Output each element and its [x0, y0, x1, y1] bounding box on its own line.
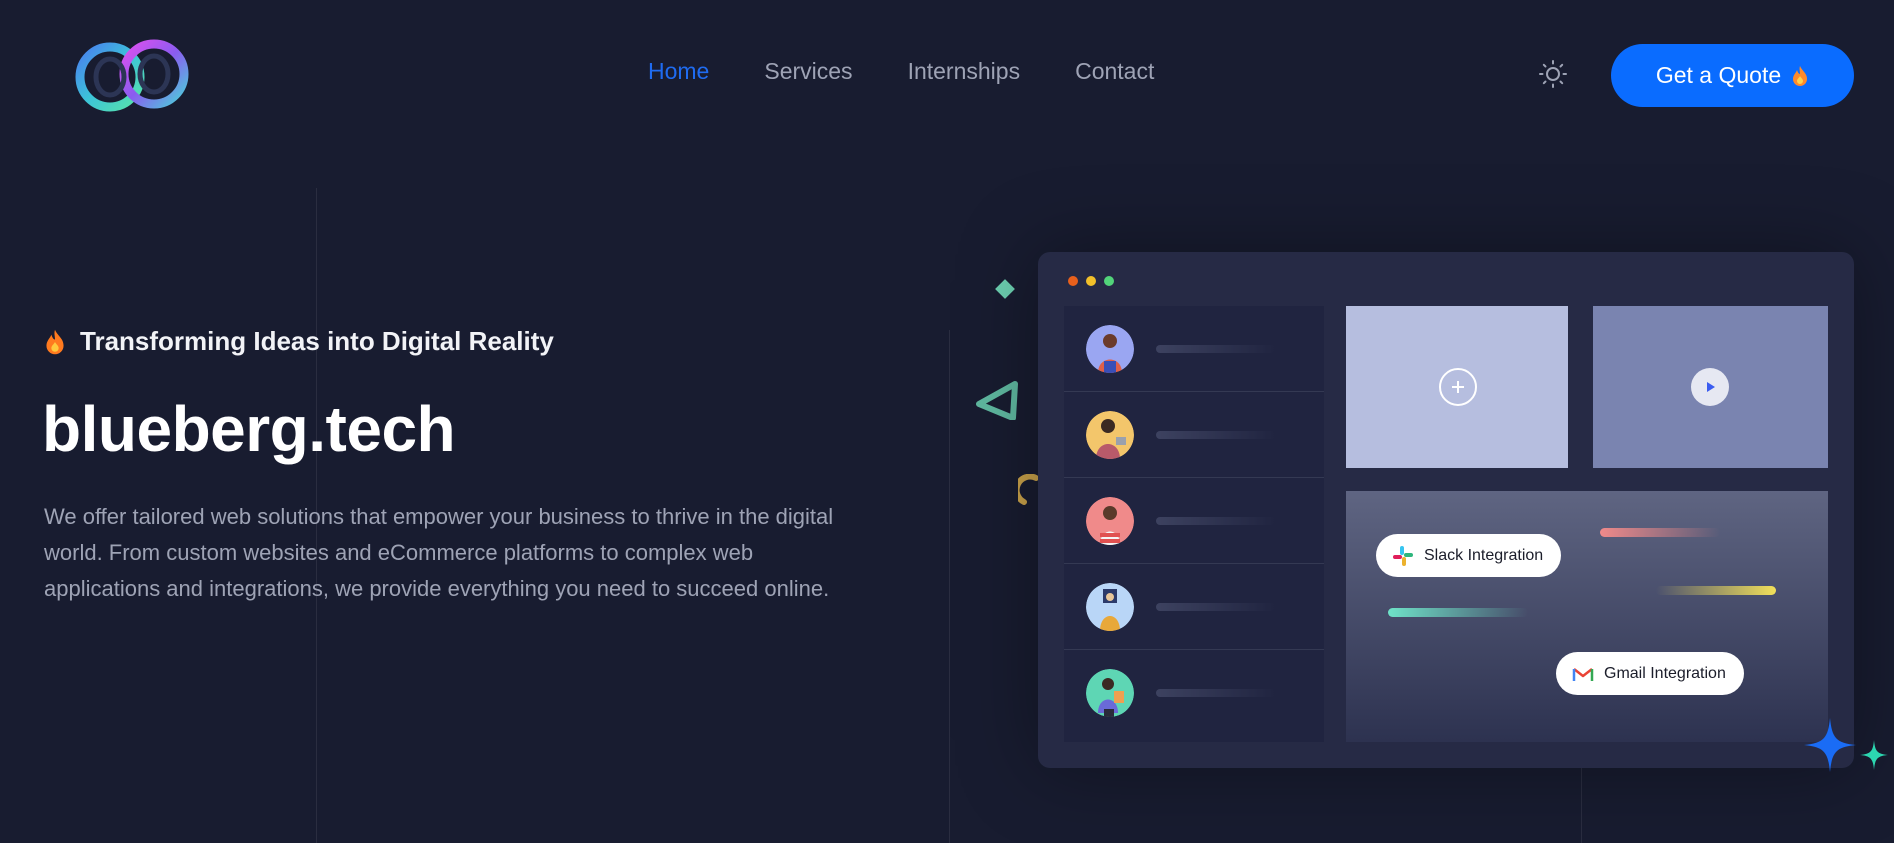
- window-dot-close: [1068, 276, 1078, 286]
- hero-tagline: Transforming Ideas into Digital Reality: [44, 326, 554, 357]
- placeholder-text-bar: [1156, 516, 1276, 525]
- gmail-icon: [1572, 667, 1594, 681]
- decor-line: [1581, 768, 1582, 843]
- tagline-text: Transforming Ideas into Digital Reality: [80, 326, 554, 356]
- avatar: [1086, 669, 1134, 717]
- play-icon: [1707, 382, 1715, 392]
- media-tile-video: [1593, 306, 1828, 468]
- main-nav: Home Services Internships Contact: [648, 58, 1154, 85]
- logo-icon: [75, 39, 189, 112]
- sparkle-icon: [1860, 740, 1888, 770]
- window-dot-minimize: [1086, 276, 1096, 286]
- list-item: [1064, 478, 1324, 564]
- nav-internships[interactable]: Internships: [908, 58, 1021, 85]
- placeholder-text-bar: [1156, 344, 1276, 353]
- diamond-shape-icon: [995, 279, 1015, 299]
- window-dot-maximize: [1104, 276, 1114, 286]
- fire-icon: [46, 329, 64, 354]
- sparkle-icon: [1804, 718, 1856, 772]
- theme-toggle-button[interactable]: [1538, 59, 1568, 89]
- site-logo[interactable]: [72, 38, 192, 112]
- slack-integration-label: Slack Integration: [1424, 546, 1544, 564]
- placeholder-text-bar: [1156, 602, 1276, 611]
- slack-icon: [1393, 545, 1413, 566]
- gmail-integration-label: Gmail Integration: [1604, 664, 1726, 682]
- placeholder-bar: [1388, 608, 1528, 617]
- get-quote-label: Get a Quote: [1655, 62, 1782, 88]
- add-button[interactable]: [1439, 368, 1477, 406]
- integrations-panel: Slack Integration Gmail Integration: [1346, 491, 1828, 742]
- slack-integration-chip[interactable]: Slack Integration: [1376, 534, 1562, 577]
- avatar: [1086, 410, 1134, 459]
- placeholder-bar: [1600, 528, 1720, 537]
- nav-services[interactable]: Services: [764, 58, 852, 85]
- media-tile-add: [1346, 306, 1568, 468]
- gmail-integration-chip[interactable]: Gmail Integration: [1556, 652, 1744, 695]
- triangle-shape-icon: [976, 381, 1018, 420]
- nav-contact[interactable]: Contact: [1075, 58, 1154, 85]
- nav-home[interactable]: Home: [648, 58, 709, 85]
- window-controls: [1068, 276, 1114, 286]
- list-item: [1064, 564, 1324, 650]
- contact-list: [1064, 306, 1324, 742]
- plus-icon: [1452, 381, 1464, 393]
- app-mockup: Slack Integration Gmail Integration: [1038, 252, 1854, 768]
- play-button[interactable]: [1691, 368, 1729, 406]
- hero-description: We offer tailored web solutions that emp…: [44, 504, 834, 601]
- placeholder-bar: [1656, 586, 1776, 595]
- placeholder-text-bar: [1156, 689, 1276, 697]
- get-quote-button[interactable]: Get a Quote: [1611, 44, 1854, 107]
- decor-line: [949, 330, 950, 843]
- fire-icon: [1793, 65, 1808, 86]
- list-item: [1064, 392, 1324, 478]
- list-item: [1064, 306, 1324, 392]
- sun-icon: [1539, 60, 1567, 88]
- list-item: [1064, 650, 1324, 736]
- placeholder-text-bar: [1156, 430, 1276, 439]
- ring-shape-icon: [1018, 474, 1039, 505]
- avatar: [1086, 582, 1134, 631]
- avatar: [1086, 496, 1134, 545]
- hero-title: blueberg.tech: [42, 393, 456, 465]
- avatar: [1086, 324, 1134, 373]
